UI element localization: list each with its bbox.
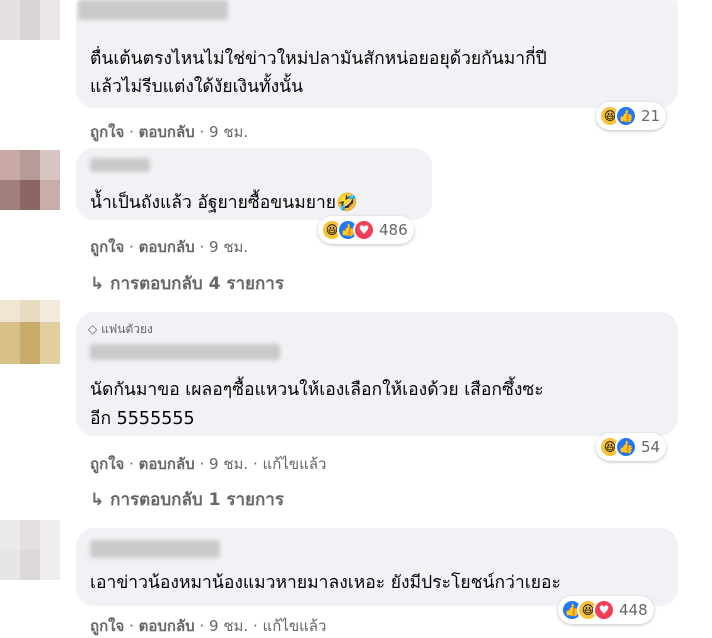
reaction-summary[interactable]: 😆 👍 21 <box>596 102 667 130</box>
like-reaction-icon: 👍 <box>615 105 637 127</box>
avatar-pixel <box>40 0 60 40</box>
love-reaction-icon: ♥ <box>593 599 615 621</box>
diamond-icon: ◇ <box>88 322 98 336</box>
comment-text: ตื่นเต้นตรงไหนไม่ใช่ข่าวใหม่ปลามันสักหน่… <box>90 49 547 69</box>
blurred-author-name <box>90 540 220 558</box>
reply-link[interactable]: ตอบกลับ <box>139 123 195 141</box>
separator: · <box>199 455 205 473</box>
separator: · <box>199 123 205 141</box>
comment-text: เอาข่าวน้องหมาน้องแมวหายมาลงเหอะ ยังมีปร… <box>90 573 561 593</box>
avatar-pixel <box>20 0 40 40</box>
blurred-author-name <box>78 0 228 20</box>
comment-text: น้ำเป็นถังแล้ว อัฐยายซื้อขนมยาย🤣 <box>90 193 358 213</box>
reaction-count: 486 <box>379 221 408 239</box>
reaction-summary[interactable]: 😆 👍 ♥ 486 <box>318 216 414 244</box>
avatar-pixel <box>20 520 40 550</box>
reply-link[interactable]: ตอบกลับ <box>139 455 195 473</box>
reply-link[interactable]: ตอบกลับ <box>139 617 195 635</box>
timestamp[interactable]: 9 ชม. <box>209 617 248 635</box>
reply-arrow-icon: ↳ <box>90 490 105 510</box>
reaction-count: 448 <box>619 601 648 619</box>
separator: · <box>199 617 205 635</box>
like-reaction-icon: 👍 <box>615 436 637 458</box>
avatar-pixel <box>0 180 20 210</box>
like-link[interactable]: ถูกใจ <box>90 455 124 473</box>
timestamp[interactable]: 9 ชม. <box>209 455 248 473</box>
comment-actions: ถูกใจ · ตอบกลับ · 9 ชม. · แก้ไขแล้ว <box>90 452 326 476</box>
avatar-pixel <box>0 550 20 580</box>
avatar-pixel <box>20 150 40 180</box>
avatar-pixel <box>40 300 60 322</box>
avatar-pixel <box>20 300 40 322</box>
comment-text: แล้วไม่รีบแต่งใด้งัยเงินทั้งนั้น <box>90 77 304 97</box>
reply-arrow-icon: ↳ <box>90 274 105 294</box>
comment-actions: ถูกใจ · ตอบกลับ · 9 ชม. · แก้ไขแล้ว <box>90 614 326 638</box>
avatar-pixel <box>20 322 40 364</box>
separator: · <box>252 455 258 473</box>
avatar[interactable] <box>0 0 60 60</box>
avatar-pixel <box>0 150 20 180</box>
timestamp[interactable]: 9 ชม. <box>209 123 248 141</box>
edited-label[interactable]: แก้ไขแล้ว <box>263 617 327 635</box>
avatar-pixel <box>0 520 20 550</box>
separator: · <box>129 238 134 256</box>
avatar-pixel <box>40 322 60 364</box>
separator: · <box>252 617 258 635</box>
reaction-count: 54 <box>641 438 661 456</box>
love-reaction-icon: ♥ <box>353 219 375 241</box>
reaction-count: 21 <box>641 107 661 125</box>
avatar-pixel <box>0 300 20 322</box>
avatar[interactable] <box>0 150 60 210</box>
avatar-pixel <box>40 180 60 210</box>
separator: · <box>129 455 134 473</box>
avatar-pixel <box>40 550 60 580</box>
top-fan-badge: ◇ แฟนตัวยง <box>88 320 153 339</box>
avatar-pixel <box>40 520 60 550</box>
avatar-pixel <box>20 550 40 580</box>
reaction-summary[interactable]: 😆 👍 54 <box>596 433 667 461</box>
edited-label[interactable]: แก้ไขแล้ว <box>263 455 327 473</box>
reply-link[interactable]: ตอบกลับ <box>139 238 195 256</box>
blurred-author-name <box>90 158 150 172</box>
view-replies-label: การตอบกลับ 1 รายการ <box>110 490 284 510</box>
view-replies-label: การตอบกลับ 4 รายการ <box>110 274 284 294</box>
view-replies-link[interactable]: ↳ การตอบกลับ 1 รายการ <box>90 486 284 513</box>
like-link[interactable]: ถูกใจ <box>90 238 124 256</box>
separator: · <box>129 123 134 141</box>
separator: · <box>129 617 134 635</box>
badge-label: แฟนตัวยง <box>101 322 153 336</box>
comment-text: นัดกันมาขอ เผลอๆซื้อแหวนให้เองเลือกให้เอ… <box>90 380 544 400</box>
blurred-author-name <box>90 344 280 360</box>
like-link[interactable]: ถูกใจ <box>90 123 124 141</box>
avatar-pixel <box>0 322 20 364</box>
timestamp[interactable]: 9 ชม. <box>209 238 248 256</box>
avatar[interactable] <box>0 520 60 580</box>
view-replies-link[interactable]: ↳ การตอบกลับ 4 รายการ <box>90 270 284 297</box>
avatar-pixel <box>40 150 60 180</box>
separator: · <box>199 238 205 256</box>
comment-actions: ถูกใจ · ตอบกลับ · 9 ชม. <box>90 235 248 259</box>
reaction-summary[interactable]: 👍 😆 ♥ 448 <box>558 596 654 624</box>
avatar[interactable] <box>0 300 60 364</box>
avatar-pixel <box>20 180 40 210</box>
comment-text: อีก 5555555 <box>90 409 195 429</box>
comment-actions: ถูกใจ · ตอบกลับ · 9 ชม. <box>90 120 248 144</box>
avatar-pixel <box>0 0 20 40</box>
like-link[interactable]: ถูกใจ <box>90 617 124 635</box>
